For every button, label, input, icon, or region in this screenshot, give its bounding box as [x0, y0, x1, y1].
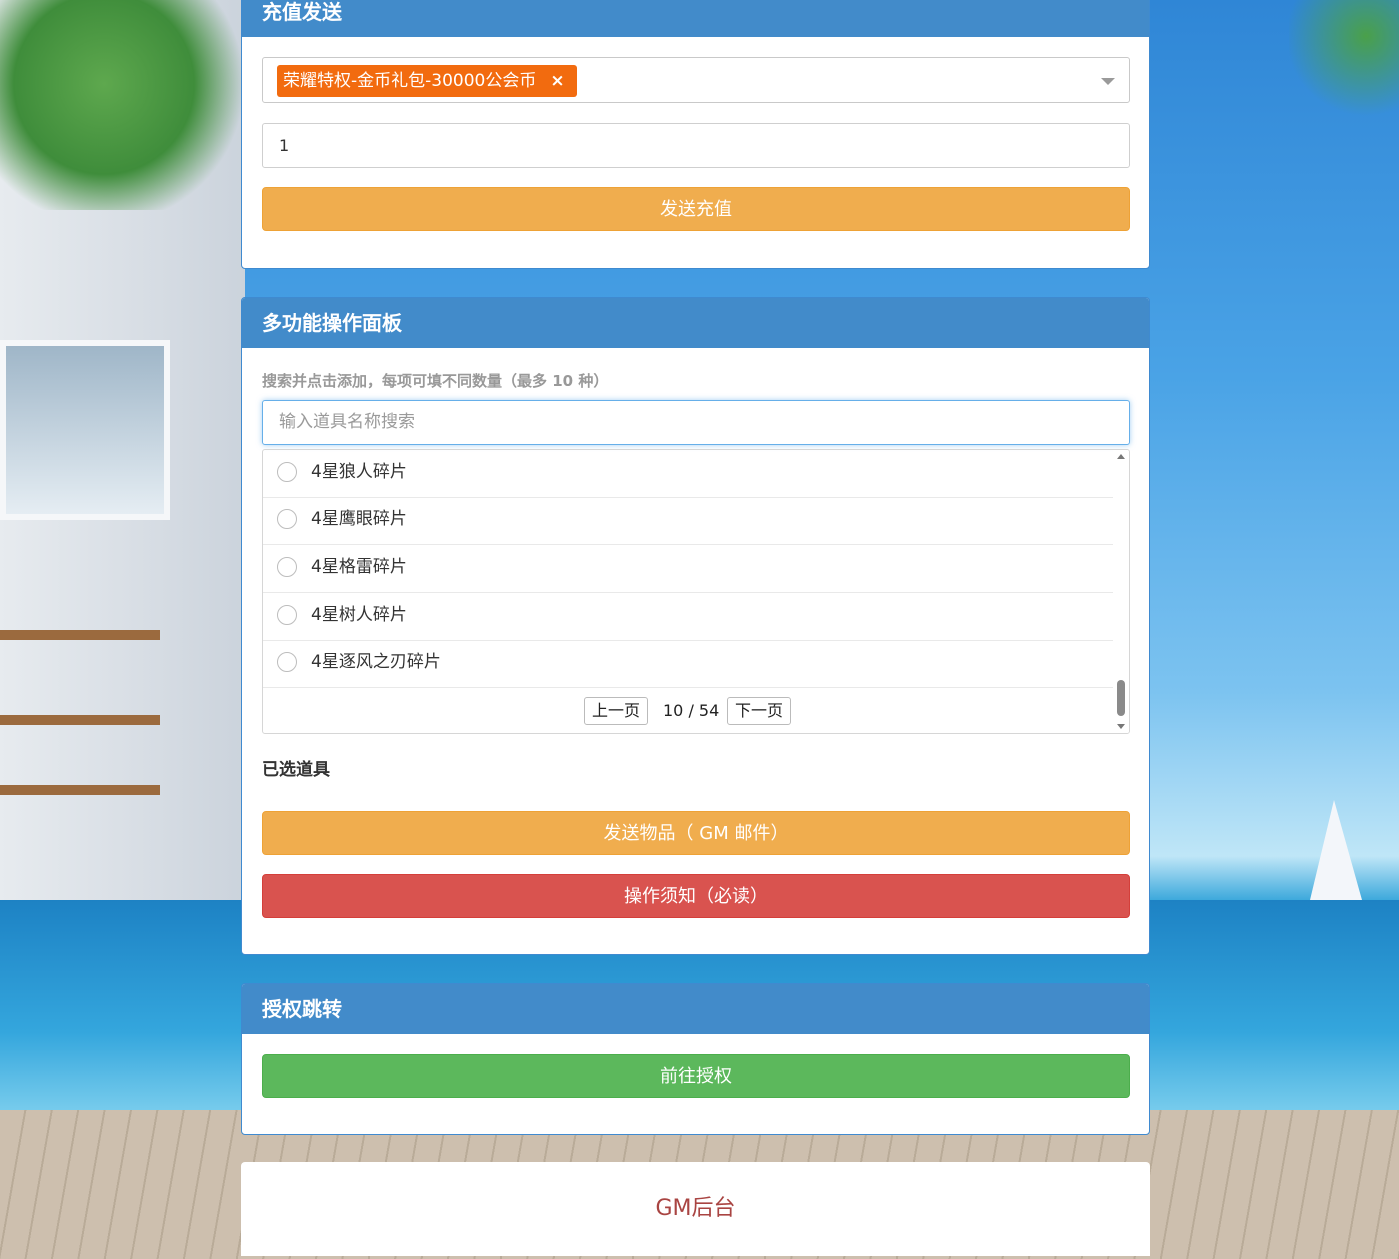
item-label: 4星鹰眼碎片	[311, 509, 407, 529]
multi-panel-title: 多功能操作面板	[242, 298, 1149, 348]
item-radio[interactable]	[277, 462, 297, 482]
item-search-input[interactable]: 输入道具名称搜索	[262, 400, 1130, 445]
scroll-down-icon[interactable]	[1117, 724, 1125, 729]
scroll-up-icon[interactable]	[1117, 454, 1125, 459]
remove-tag-icon[interactable]: ×	[550, 71, 564, 91]
background-shelf	[0, 785, 160, 795]
background-shelf	[0, 715, 160, 725]
recharge-panel-body: 荣耀特权-金币礼包-30000公会币 × 1 发送充值	[242, 37, 1149, 268]
selected-package-label: 荣耀特权-金币礼包-30000公会币	[283, 71, 537, 91]
background-leaves	[1289, 0, 1399, 120]
gm-backend-link[interactable]: GM后台	[241, 1162, 1150, 1256]
pagination: 上一页 10 / 54 下一页	[263, 688, 1114, 733]
prev-page-button[interactable]: 上一页	[584, 697, 649, 725]
background-shelf	[0, 630, 160, 640]
selected-items-title: 已选道具	[262, 760, 330, 780]
auth-panel-title: 授权跳转	[242, 984, 1149, 1034]
page-indicator: 10 / 54	[663, 701, 720, 720]
go-authorize-button[interactable]: 前往授权	[262, 1054, 1130, 1098]
quantity-input[interactable]: 1	[262, 123, 1130, 168]
scroll-thumb[interactable]	[1117, 680, 1125, 716]
next-page-button[interactable]: 下一页	[727, 697, 792, 725]
background-window	[0, 340, 170, 520]
auth-panel-body: 前往授权	[242, 1034, 1149, 1134]
list-item[interactable]: 4星格雷碎片	[263, 545, 1114, 593]
list-scrollbar[interactable]	[1113, 450, 1129, 733]
item-radio[interactable]	[277, 605, 297, 625]
list-item[interactable]: 4星狼人碎片	[263, 450, 1114, 498]
item-label: 4星狼人碎片	[311, 462, 407, 482]
item-radio[interactable]	[277, 557, 297, 577]
list-item[interactable]: 4星鹰眼碎片	[263, 497, 1114, 545]
package-select[interactable]: 荣耀特权-金币礼包-30000公会币 ×	[262, 57, 1130, 103]
item-label: 4星逐风之刃碎片	[311, 652, 441, 672]
background-leaves	[0, 0, 260, 210]
item-list[interactable]: 4星狼人碎片 4星鹰眼碎片 4星格雷碎片 4星树人碎片 4星逐风之刃碎片 上一页…	[262, 449, 1130, 734]
item-radio[interactable]	[277, 509, 297, 529]
operation-notice-button[interactable]: 操作须知（必读）	[262, 874, 1130, 918]
item-label: 4星树人碎片	[311, 605, 407, 625]
chevron-down-icon[interactable]	[1101, 78, 1115, 85]
selected-package-tag: 荣耀特权-金币礼包-30000公会币 ×	[277, 65, 577, 97]
recharge-panel: 充值发送 荣耀特权-金币礼包-30000公会币 × 1 发送充值	[241, 0, 1150, 269]
multi-function-panel: 多功能操作面板 搜索并点击添加，每项可填不同数量（最多 10 种） 输入道具名称…	[241, 297, 1150, 955]
send-items-button[interactable]: 发送物品（ GM 邮件）	[262, 811, 1130, 855]
auth-panel: 授权跳转 前往授权	[241, 983, 1150, 1135]
send-recharge-button[interactable]: 发送充值	[262, 187, 1130, 231]
multi-panel-body: 搜索并点击添加，每项可填不同数量（最多 10 种） 输入道具名称搜索 4星狼人碎…	[242, 348, 1149, 954]
search-hint: 搜索并点击添加，每项可填不同数量（最多 10 种）	[262, 372, 609, 390]
list-item[interactable]: 4星逐风之刃碎片	[263, 640, 1114, 688]
recharge-panel-title: 充值发送	[242, 0, 1149, 37]
background-sailboat	[1310, 800, 1362, 900]
item-radio[interactable]	[277, 652, 297, 672]
list-item[interactable]: 4星树人碎片	[263, 593, 1114, 641]
item-label: 4星格雷碎片	[311, 557, 407, 577]
